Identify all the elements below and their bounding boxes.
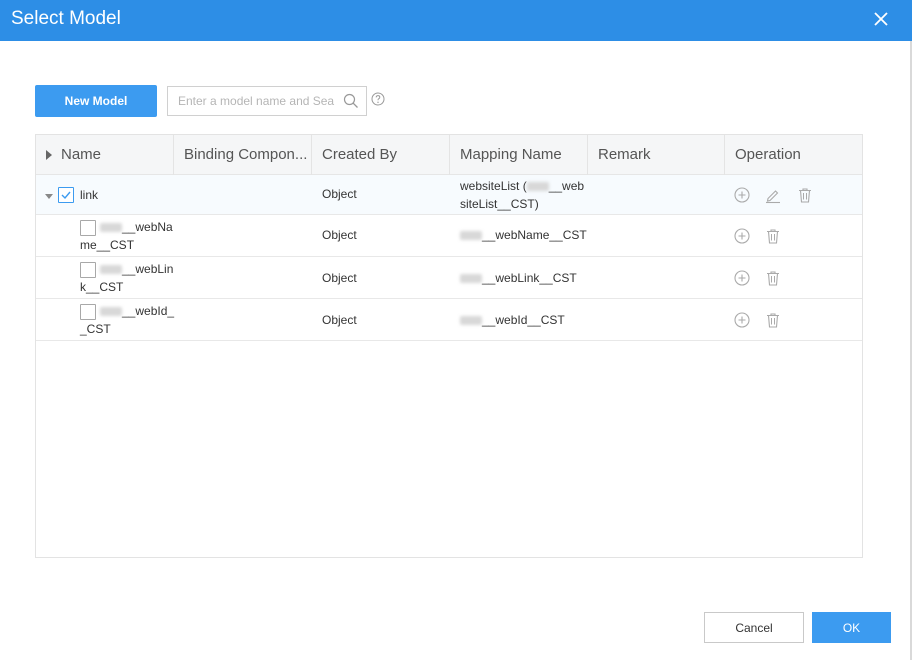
row-mapping-name: __webId__CST [460, 311, 565, 329]
row-mapping-name: __webName__CST [460, 226, 587, 244]
delete-icon[interactable] [764, 269, 782, 287]
search-icon[interactable] [343, 93, 359, 109]
row-created-by: Object [322, 271, 357, 285]
table-header: Name Binding Compon... Created By Mappin… [36, 135, 862, 175]
ok-button[interactable]: OK [812, 612, 891, 643]
row-mapping-name: websiteList (__web siteList__CST) [460, 179, 585, 211]
column-header-operation: Operation [735, 146, 801, 163]
row-name: link [80, 188, 99, 202]
edit-icon[interactable] [764, 186, 782, 204]
row-created-by: Object [322, 187, 357, 201]
column-header-created-by: Created By [312, 135, 450, 175]
table-row: link Object websiteList (__web siteList_… [36, 175, 862, 215]
dialog-title: Select Model [11, 8, 121, 29]
table-row: __webLin k__CST Object __webLink__CST [36, 257, 862, 299]
table-row: __webNa me__CST Object __webName__CST [36, 215, 862, 257]
row-created-by: Object [322, 228, 357, 242]
row-name: __webLin k__CST [80, 262, 174, 294]
table-row: __webId_ _CST Object __webId__CST [36, 299, 862, 341]
add-icon[interactable] [733, 186, 751, 204]
row-checkbox[interactable] [58, 187, 74, 203]
row-created-by: Object [322, 313, 357, 327]
add-icon[interactable] [733, 311, 751, 329]
delete-icon[interactable] [796, 186, 814, 204]
delete-icon[interactable] [764, 311, 782, 329]
row-name: __webId_ _CST [80, 304, 175, 336]
column-header-binding: Binding Compon... [174, 135, 312, 175]
cancel-button[interactable]: Cancel [704, 612, 804, 643]
column-header-remark: Remark [588, 135, 725, 175]
close-icon[interactable] [870, 8, 892, 30]
new-model-button[interactable]: New Model [35, 85, 157, 117]
search-input[interactable] [168, 87, 338, 115]
row-name: __webNa me__CST [80, 220, 173, 252]
column-header-mapping: Mapping Name [450, 135, 588, 175]
collapse-icon[interactable] [45, 194, 53, 199]
search-box [167, 86, 367, 116]
model-table: Name Binding Compon... Created By Mappin… [35, 134, 863, 558]
add-icon[interactable] [733, 269, 751, 287]
column-header-name[interactable]: Name [36, 135, 174, 175]
dialog-header: Select Model [0, 0, 912, 41]
help-icon[interactable] [371, 92, 385, 106]
delete-icon[interactable] [764, 227, 782, 245]
expand-all-icon[interactable] [46, 150, 52, 160]
row-mapping-name: __webLink__CST [460, 269, 577, 287]
add-icon[interactable] [733, 227, 751, 245]
